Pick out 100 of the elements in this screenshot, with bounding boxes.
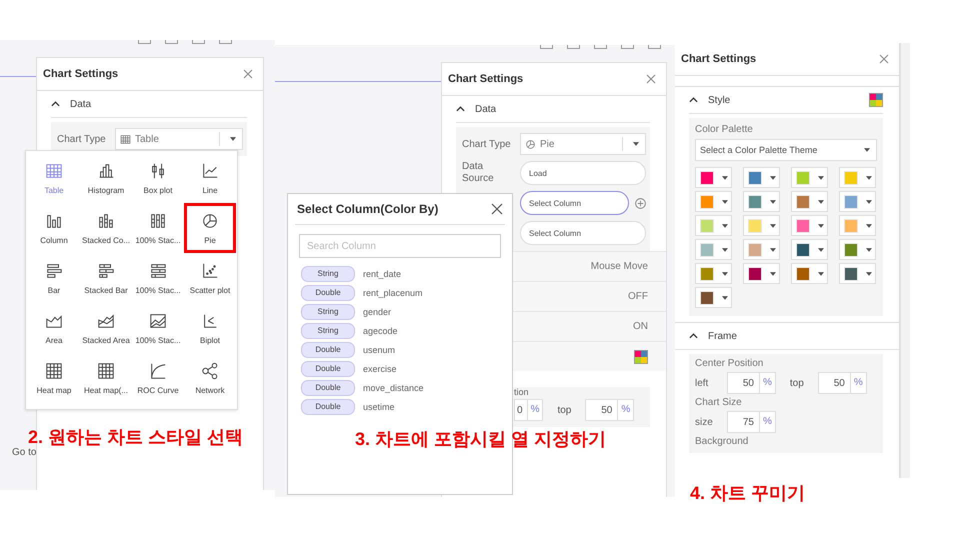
color-picker[interactable] (695, 263, 732, 284)
number-field[interactable]: 50 % (727, 372, 776, 394)
chart-type-item[interactable]: Scatter plot (184, 253, 236, 303)
palette-icon[interactable] (869, 93, 883, 107)
type-tag: String (301, 304, 355, 320)
column-picker[interactable]: Select Column (520, 221, 646, 245)
type-tag: Double (301, 380, 355, 396)
chart-type-item[interactable]: Line (184, 153, 236, 203)
number-field[interactable]: 0 % (514, 399, 544, 421)
color-picker[interactable] (791, 239, 828, 260)
scrollbar[interactable] (900, 43, 910, 478)
color-picker[interactable] (743, 239, 780, 260)
color-picker[interactable] (839, 191, 876, 212)
palette-select[interactable]: Select a Color Palette Theme (695, 139, 877, 161)
histogram-icon (97, 162, 115, 180)
column-picker[interactable]: Select Column (520, 191, 629, 215)
caret-icon (722, 224, 728, 228)
column-name[interactable]: rent_placenum (363, 288, 423, 298)
column-name[interactable]: usetime (363, 402, 395, 412)
color-picker[interactable] (791, 167, 828, 188)
chart-type-item[interactable]: 100% Stac... (132, 203, 184, 253)
chart-type-item[interactable]: ROC Curve (132, 353, 184, 403)
chart-type-item[interactable]: 100% Stac... (132, 253, 184, 303)
field-label: left (695, 378, 710, 388)
chart-type-item[interactable]: Heat map(... (80, 353, 132, 403)
grid-icon (97, 362, 115, 380)
color-picker[interactable] (695, 287, 732, 308)
caret-icon (866, 272, 872, 276)
step-caption: 2. 원하는 차트 스타일 선택 (28, 426, 244, 448)
color-picker[interactable] (695, 239, 732, 260)
number-field[interactable]: 50 % (585, 399, 634, 421)
caret-icon (770, 176, 776, 180)
chart-type-item[interactable]: Stacked Co... (80, 203, 132, 253)
color-picker[interactable] (839, 215, 876, 236)
collapse-icon[interactable] (456, 106, 465, 112)
chart-type-item[interactable]: Area (28, 303, 80, 353)
chart-type-item[interactable]: Pie (184, 203, 236, 253)
color-picker[interactable] (839, 263, 876, 284)
close-icon[interactable] (646, 74, 656, 84)
section-title: Style (708, 94, 732, 106)
chart-type-select[interactable]: Table (115, 128, 243, 150)
section-title: Data (475, 104, 498, 114)
caret-icon (770, 272, 776, 276)
color-picker[interactable] (695, 167, 732, 188)
color-picker[interactable] (743, 191, 780, 212)
color-picker[interactable] (743, 215, 780, 236)
caret-icon (722, 200, 728, 204)
chart-type-item[interactable]: Bar (28, 253, 80, 303)
column-name[interactable]: move_distance (363, 383, 424, 393)
caret-icon (818, 248, 824, 252)
chart-type-item[interactable]: Stacked Area (80, 303, 132, 353)
chart-type-item[interactable]: 100% Stac... (132, 303, 184, 353)
chart-type-item[interactable]: Stacked Bar (80, 253, 132, 303)
field-label: Chart Type (462, 138, 512, 150)
color-picker[interactable] (695, 215, 732, 236)
chart-type-item[interactable]: Network (184, 353, 236, 403)
chart-type-item[interactable]: Table (28, 153, 80, 203)
grid-icon (120, 134, 131, 144)
go-to-link[interactable]: Go to (12, 447, 36, 458)
color-picker[interactable] (839, 167, 876, 188)
number-field[interactable]: 50 % (818, 372, 867, 394)
caret-icon (818, 176, 824, 180)
column-name[interactable]: rent_date (363, 269, 402, 279)
collapse-icon[interactable] (689, 333, 698, 339)
curve-icon (149, 362, 167, 380)
color-picker[interactable] (791, 191, 828, 212)
caret-icon (722, 272, 728, 276)
search-field[interactable]: Search Column (299, 234, 501, 258)
caret-icon (722, 176, 728, 180)
color-picker[interactable] (743, 263, 780, 284)
biplot-icon (201, 312, 219, 330)
palette-icon[interactable] (634, 350, 648, 364)
color-picker[interactable] (743, 167, 780, 188)
number-field[interactable]: 75 % (727, 411, 776, 433)
chart-type-item[interactable]: Biplot (184, 303, 236, 353)
color-picker[interactable] (791, 263, 828, 284)
option-value: ON (633, 321, 648, 332)
load-button[interactable]: Load (520, 161, 646, 185)
column-name[interactable]: exercise (363, 364, 397, 374)
option-value: OFF (628, 291, 648, 302)
close-icon[interactable] (879, 54, 889, 64)
collapse-icon[interactable] (51, 101, 60, 107)
color-picker[interactable] (791, 215, 828, 236)
chart-type-item[interactable]: Heat map (28, 353, 80, 403)
add-icon[interactable] (635, 198, 646, 208)
column-name[interactable]: agecode (363, 326, 398, 336)
column-name[interactable]: usenum (363, 345, 396, 355)
type-tag: Double (301, 285, 355, 301)
caret-icon (770, 224, 776, 228)
chart-type-item[interactable]: Histogram (80, 153, 132, 203)
collapse-icon[interactable] (689, 97, 698, 103)
field-label: Chart Type (57, 134, 107, 144)
chart-type-item[interactable]: Box plot (132, 153, 184, 203)
chart-type-select[interactable]: Pie (520, 133, 646, 155)
color-picker[interactable] (839, 239, 876, 260)
close-icon[interactable] (491, 203, 503, 215)
color-picker[interactable] (695, 191, 732, 212)
chart-type-item[interactable]: Column (28, 203, 80, 253)
close-icon[interactable] (243, 69, 253, 79)
column-name[interactable]: gender (363, 307, 392, 317)
